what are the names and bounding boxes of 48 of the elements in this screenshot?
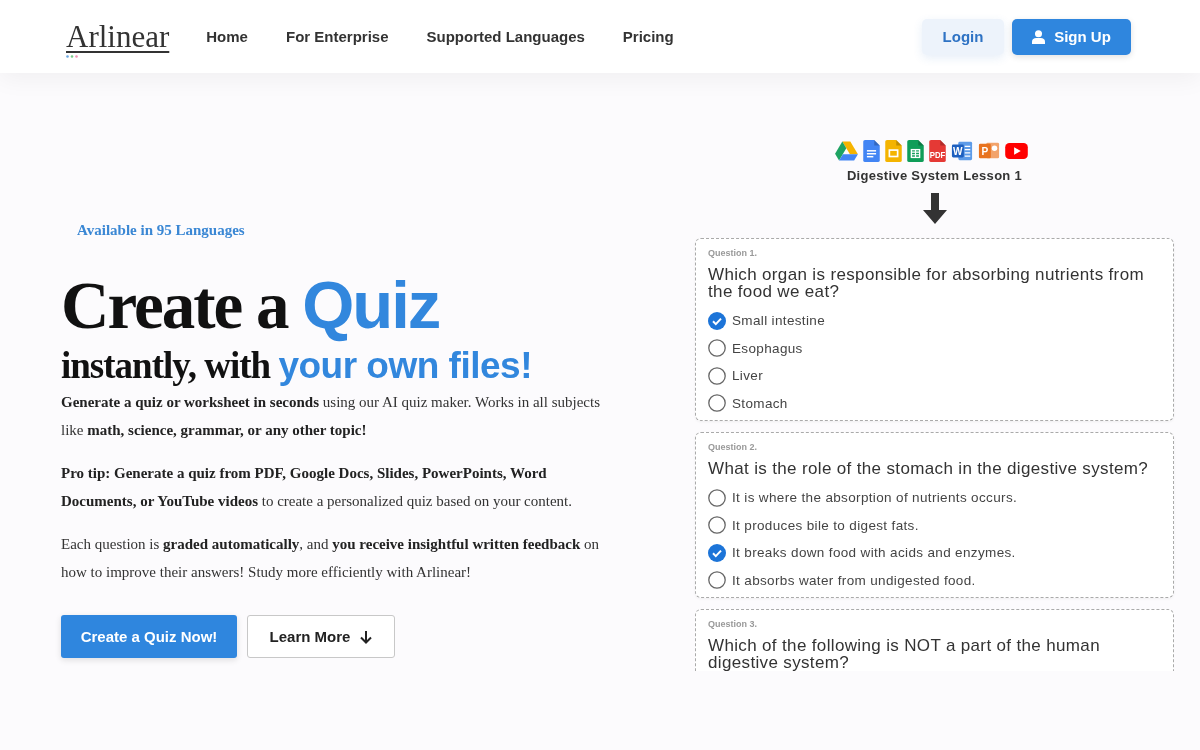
video-play-icon: [1005, 143, 1028, 159]
option-label: It absorbs water from undigested food.: [732, 572, 976, 588]
pdf-file-icon: PDF: [929, 140, 946, 162]
arrow-down-icon: [922, 193, 947, 224]
question-text: Which organ is responsible for absorbing nutrients from the food we eat?: [708, 266, 1145, 300]
option-label: Esophagus: [732, 340, 803, 356]
option-label: Small intestine: [732, 313, 826, 329]
question-number: Question 1.: [708, 247, 758, 259]
languages-label: Available in 95 Languages: [77, 221, 245, 240]
dots-icon: [66, 54, 78, 58]
radio-button[interactable]: [708, 339, 726, 358]
lesson-title: Digestive System Lesson 1: [846, 168, 1023, 184]
nav-link[interactable]: Pricing: [622, 28, 674, 45]
radio-button[interactable]: [708, 571, 726, 590]
radio-button[interactable]: [708, 366, 726, 385]
paragraph: Pro tip: Generate a quiz from PDF, Google Docs, Slides, PowerPoints, Word Documents, or YouTube videos to create a personalized quiz based on your content.: [61, 464, 574, 511]
paragraph: Generate a quiz or worksheet in seconds using our AI quiz maker. Works in all subjects like math, science, grammar, or any other topic!: [61, 393, 602, 440]
user-icon: [1032, 29, 1046, 44]
sign-up-button[interactable]: Sign Up: [1012, 18, 1131, 55]
document-icon: [863, 140, 880, 162]
nav-link[interactable]: Supported Languages: [426, 28, 585, 45]
logo[interactable]: Arlinear: [66, 19, 170, 54]
radio-button[interactable]: [708, 543, 726, 562]
create-quiz-button[interactable]: Create a Quiz Now!: [61, 615, 237, 658]
option-label: Stomach: [732, 395, 788, 411]
spreadsheet-icon: [907, 140, 924, 162]
nav-link[interactable]: For Enterprise: [285, 28, 389, 45]
question-number: Question 3.: [708, 618, 758, 630]
option-label: It produces bile to digest fats.: [732, 517, 919, 533]
option-label: Liver: [732, 368, 763, 384]
subheadline: instantly, with your own files!: [61, 344, 532, 388]
radio-button[interactable]: [708, 394, 726, 413]
option-label: It breaks down food with acids and enzymes.: [732, 545, 1016, 561]
radio-button[interactable]: [708, 488, 726, 507]
radio-button[interactable]: [708, 311, 726, 330]
question-text: Which of the following is NOT a part of the human digestive system?: [708, 637, 1101, 671]
radio-button[interactable]: [708, 516, 726, 535]
headline: Create a Quiz: [61, 270, 440, 340]
question-number: Question 2.: [708, 441, 758, 453]
triangle-logo-icon: [835, 141, 858, 161]
nav-link[interactable]: Home: [206, 28, 248, 45]
question-text: What is the role of the stomach in the digestive system?: [708, 460, 1150, 477]
slides-icon: [885, 140, 902, 162]
option-label: It is where the absorption of nutrients occurs.: [732, 490, 1018, 506]
paragraph: Each question is graded automatically, and you receive insightful written feedback on how to improve their answers! Study more efficiently with Arlinear!: [61, 535, 601, 582]
login-button[interactable]: Login: [922, 18, 1004, 55]
arrow-down-icon: [360, 629, 373, 644]
learn-more-button[interactable]: Learn More: [247, 615, 395, 658]
